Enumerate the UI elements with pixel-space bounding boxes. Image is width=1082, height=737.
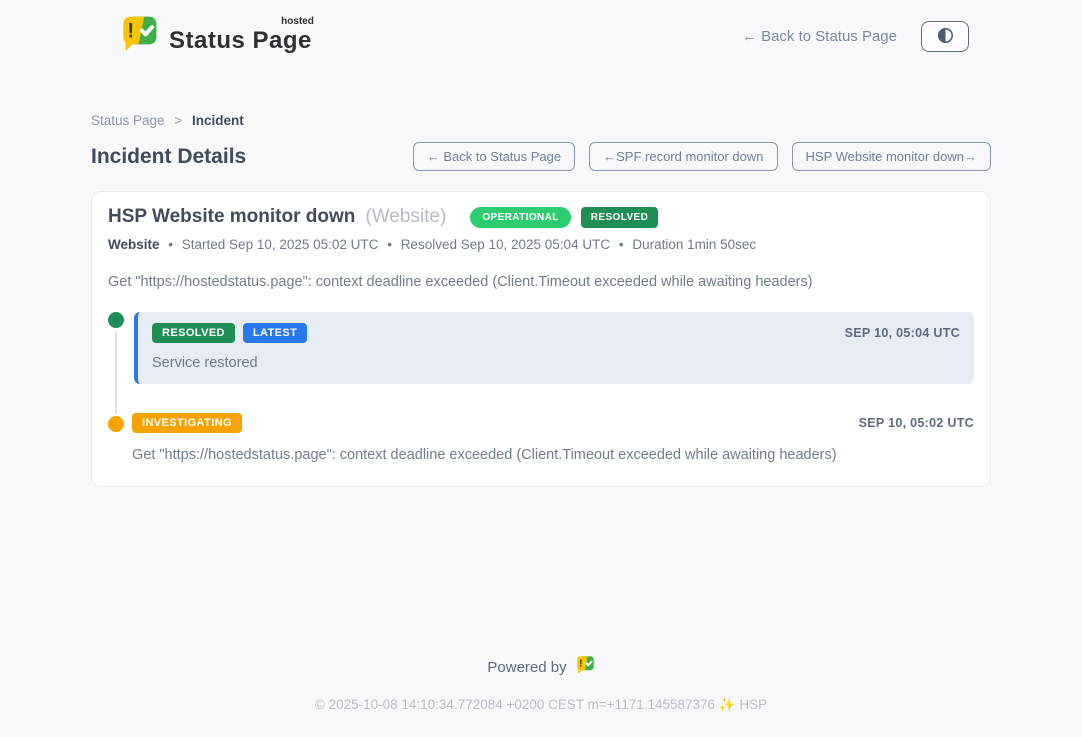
incident-timeline: RESOLVED LATEST SEP 10, 05:04 UTC Servic… — [108, 312, 974, 463]
meta-component: Website — [108, 237, 160, 252]
brand-logo[interactable]: ! Status Page hosted — [119, 14, 312, 59]
entry-message: Get "https://hostedstatus.page": context… — [132, 447, 974, 463]
powered-by-link[interactable]: Powered by ! — [0, 655, 1082, 679]
contrast-icon — [936, 26, 955, 48]
breadcrumb-status-page[interactable]: Status Page — [91, 113, 165, 128]
incident-description: Get "https://hostedstatus.page": context… — [108, 274, 974, 290]
powered-by-label: Powered by — [487, 659, 566, 676]
incident-card: HSP Website monitor down (Website) OPERA… — [91, 191, 991, 487]
meta-duration: Duration 1min 50sec — [632, 237, 756, 252]
page-footer: Powered by ! © 2025-10-08 14:10:34.77208… — [0, 655, 1082, 737]
incident-component: (Website) — [365, 206, 446, 228]
resolved-state-badge: RESOLVED — [581, 207, 658, 228]
timeline-dot-investigating — [108, 416, 124, 432]
prev-incident-button[interactable]: ←SPF record monitor down — [589, 142, 777, 171]
incident-nav-buttons: ← Back to Status Page ←SPF record monito… — [413, 142, 991, 171]
breadcrumb-separator: > — [174, 113, 182, 128]
timeline-entry-investigating: INVESTIGATING SEP 10, 05:02 UTC Get "htt… — [108, 413, 974, 463]
timeline-connector-line — [115, 332, 117, 414]
brand-name: Status Page — [169, 27, 312, 54]
header-back-link[interactable]: ← Back to Status Page — [742, 28, 897, 45]
timeline-entry-resolved: RESOLVED LATEST SEP 10, 05:04 UTC Servic… — [108, 312, 974, 384]
breadcrumb: Status Page > Incident — [91, 113, 991, 128]
brand-superscript: hosted — [281, 16, 314, 27]
svg-text:!: ! — [127, 19, 134, 42]
entry-timestamp: SEP 10, 05:02 UTC — [859, 416, 974, 430]
next-incident-button[interactable]: HSP Website monitor down→ — [792, 142, 991, 171]
page-header: ! Status Page hosted ← Back to Status Pa… — [0, 0, 1082, 59]
entry-message: Service restored — [152, 355, 960, 371]
meta-resolved: Resolved Sep 10, 2025 05:04 UTC — [401, 237, 610, 252]
copyright-text: © 2025-10-08 14:10:34.772084 +0200 CEST … — [0, 697, 1082, 713]
entry-latest-badge: LATEST — [243, 323, 307, 343]
status-page-logo-icon-small: ! — [575, 655, 595, 679]
meta-started: Started Sep 10, 2025 05:02 UTC — [182, 237, 379, 252]
breadcrumb-incident: Incident — [192, 113, 244, 128]
timeline-dot-resolved — [108, 312, 124, 328]
entry-timestamp: SEP 10, 05:04 UTC — [845, 326, 960, 340]
page-title: Incident Details — [91, 145, 246, 169]
entry-resolved-badge: RESOLVED — [152, 323, 235, 343]
incident-meta: Website • Started Sep 10, 2025 05:02 UTC… — [108, 237, 974, 252]
theme-toggle-button[interactable] — [921, 21, 969, 52]
svg-text:!: ! — [579, 659, 582, 670]
status-page-logo-icon: ! — [119, 14, 159, 59]
back-to-status-page-button[interactable]: ← Back to Status Page — [413, 142, 575, 171]
entry-investigating-badge: INVESTIGATING — [132, 413, 242, 433]
operational-status-badge: OPERATIONAL — [470, 207, 570, 228]
incident-title: HSP Website monitor down — [108, 206, 355, 228]
